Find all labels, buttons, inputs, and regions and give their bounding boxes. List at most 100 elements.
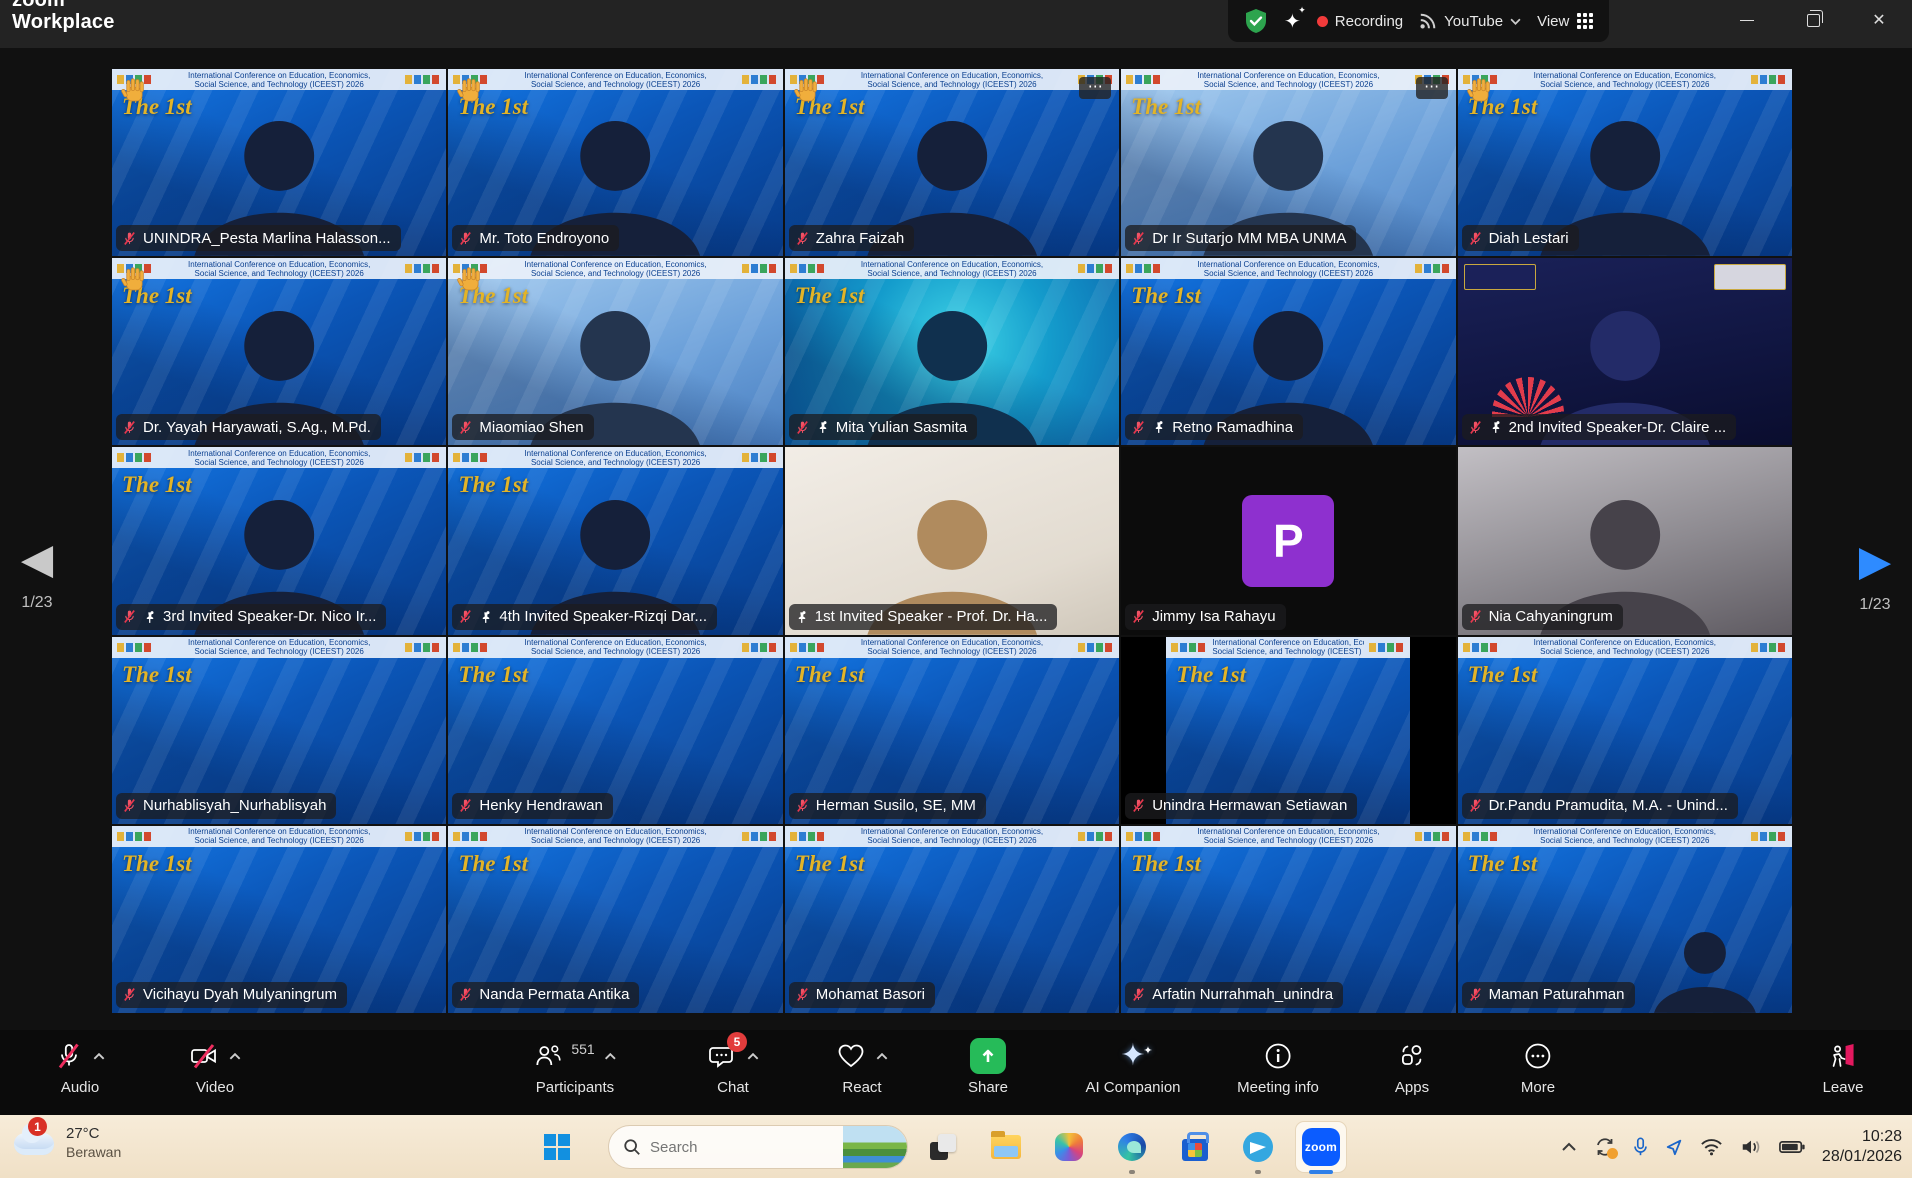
gallery-next-page[interactable]: ▶ 1/23: [1840, 540, 1910, 614]
participant-tile[interactable]: International Conference on Education, E…: [1458, 826, 1792, 1013]
chevron-up-icon[interactable]: [747, 1053, 759, 1060]
participant-tile[interactable]: International Conference on Education, E…: [785, 69, 1119, 256]
minimize-button[interactable]: [1714, 0, 1780, 40]
raised-hand-icon: [119, 76, 149, 106]
participant-tile[interactable]: International Conference on Education, E…: [448, 258, 782, 445]
participant-name: 3rd Invited Speaker-Dr. Nico Ir...: [163, 608, 376, 625]
prev-arrow-icon[interactable]: ◀: [2, 538, 72, 580]
banner-logos-right: [405, 264, 441, 273]
video-button[interactable]: Video: [189, 1038, 241, 1096]
more-button[interactable]: More: [1521, 1038, 1555, 1096]
meeting-info-button[interactable]: Meeting info: [1237, 1038, 1319, 1096]
react-button[interactable]: React: [836, 1038, 888, 1096]
avatar: P: [1242, 495, 1334, 587]
participant-tile[interactable]: International Conference on Education, E…: [785, 826, 1119, 1013]
participant-name: Henky Hendrawan: [479, 797, 602, 814]
participant-tile[interactable]: International Conference on Education, E…: [1121, 447, 1455, 634]
participant-tile[interactable]: International Conference on Education, E…: [448, 447, 782, 634]
battery-icon[interactable]: [1779, 1140, 1805, 1154]
chevron-up-icon[interactable]: [605, 1053, 617, 1060]
location-in-use-icon[interactable]: [1665, 1138, 1683, 1156]
participant-tile[interactable]: International Conference on Education, E…: [1121, 826, 1455, 1013]
participant-tile[interactable]: International Conference on Education, E…: [785, 447, 1119, 634]
search-highlight-image[interactable]: [843, 1125, 907, 1169]
participant-tile[interactable]: International Conference on Education, E…: [785, 258, 1119, 445]
participants-icon: [533, 1042, 563, 1070]
security-shield-icon[interactable]: [1244, 8, 1268, 34]
telegram-button[interactable]: [1233, 1122, 1283, 1172]
participant-tile[interactable]: International Conference on Education, E…: [112, 447, 446, 634]
apps-icon: [1398, 1042, 1426, 1070]
tile-more-button[interactable]: ⋯: [1416, 77, 1448, 99]
sync-icon[interactable]: [1594, 1136, 1616, 1158]
view-control[interactable]: View: [1537, 13, 1593, 30]
search-input[interactable]: [650, 1139, 820, 1156]
participant-tile[interactable]: International Conference on Education, E…: [112, 826, 446, 1013]
participant-tile[interactable]: International Conference on Education, E…: [1458, 69, 1792, 256]
participant-tile[interactable]: International Conference on Education, E…: [1121, 69, 1455, 256]
volume-icon[interactable]: [1740, 1138, 1762, 1156]
muted-mic-icon: [1468, 798, 1483, 813]
participant-tile[interactable]: International Conference on Education, E…: [112, 637, 446, 824]
participant-tile[interactable]: International Conference on Education, E…: [112, 258, 446, 445]
participant-tile[interactable]: International Conference on Education, E…: [1121, 258, 1455, 445]
edge-icon: [1118, 1133, 1146, 1161]
next-arrow-icon[interactable]: ▶: [1840, 540, 1910, 582]
muted-mic-icon: [458, 231, 473, 246]
chevron-up-icon[interactable]: [876, 1053, 888, 1060]
banner-logos-left: [1171, 643, 1207, 652]
copilot-button[interactable]: [1044, 1122, 1094, 1172]
taskbar-clock[interactable]: 10:28 28/01/2026: [1822, 1127, 1902, 1167]
muted-mic-icon: [122, 420, 137, 435]
running-indicator: [1255, 1170, 1261, 1174]
person-silhouette: [1618, 923, 1792, 1013]
file-explorer-button[interactable]: [981, 1122, 1031, 1172]
participant-tile[interactable]: International Conference on Education, E…: [448, 826, 782, 1013]
edge-button[interactable]: [1107, 1122, 1157, 1172]
participant-tile[interactable]: International Conference on Education, E…: [785, 637, 1119, 824]
participant-tile[interactable]: International Conference on Education, E…: [1121, 637, 1455, 824]
participants-button[interactable]: 551 Participants: [533, 1038, 616, 1096]
chat-badge: 5: [727, 1032, 747, 1052]
share-button[interactable]: Share: [968, 1038, 1008, 1096]
chevron-up-icon[interactable]: [93, 1053, 105, 1060]
info-icon: [1264, 1042, 1292, 1070]
banner-text: International Conference on Education, E…: [831, 638, 1073, 656]
participant-name-label: Nanda Permata Antika: [452, 982, 639, 1008]
banner-ordinal: The 1st: [1468, 851, 1538, 877]
start-button[interactable]: [540, 1130, 574, 1164]
recording-indicator[interactable]: Recording: [1317, 13, 1403, 30]
gallery-prev-page[interactable]: ◀ 1/23: [2, 538, 72, 612]
store-button[interactable]: [1170, 1122, 1220, 1172]
leave-button[interactable]: Leave: [1823, 1038, 1864, 1096]
chat-button[interactable]: 5 Chat: [707, 1038, 759, 1096]
raised-hand-icon: [119, 265, 149, 295]
audio-button[interactable]: Audio: [55, 1038, 105, 1096]
youtube-live-control[interactable]: YouTube: [1419, 12, 1521, 30]
task-view-button[interactable]: [918, 1122, 968, 1172]
wifi-icon[interactable]: [1700, 1138, 1723, 1156]
weather-widget[interactable]: 1 27°C Berawan: [12, 1121, 121, 1162]
chevron-up-icon[interactable]: [229, 1053, 241, 1060]
taskbar-search[interactable]: [608, 1125, 908, 1169]
participant-tile[interactable]: International Conference on Education, E…: [448, 637, 782, 824]
apps-button[interactable]: Apps: [1395, 1038, 1429, 1096]
restore-button[interactable]: [1780, 0, 1846, 40]
banner-logos-right: [742, 832, 778, 841]
conference-banner: International Conference on Education, E…: [1121, 258, 1455, 279]
tile-more-button[interactable]: ⋯: [1079, 77, 1111, 99]
participant-tile[interactable]: International Conference on Education, E…: [1458, 637, 1792, 824]
participant-tile[interactable]: International Conference on Education, E…: [1458, 258, 1792, 445]
banner-logos-right: [742, 643, 778, 652]
raised-hand-icon: [792, 76, 822, 106]
banner-text: International Conference on Education, E…: [831, 827, 1073, 845]
participant-tile[interactable]: International Conference on Education, E…: [112, 69, 446, 256]
close-button[interactable]: ✕: [1846, 0, 1912, 40]
ai-companion-button[interactable]: ✦ AI Companion: [1085, 1038, 1180, 1096]
tray-overflow-chevron[interactable]: [1561, 1142, 1577, 1151]
participant-tile[interactable]: International Conference on Education, E…: [1458, 447, 1792, 634]
zoom-app-button[interactable]: zoom: [1296, 1122, 1346, 1172]
mic-in-use-icon[interactable]: [1633, 1137, 1648, 1157]
participant-tile[interactable]: International Conference on Education, E…: [448, 69, 782, 256]
ai-companion-status-icon[interactable]: ✦: [1284, 9, 1301, 34]
